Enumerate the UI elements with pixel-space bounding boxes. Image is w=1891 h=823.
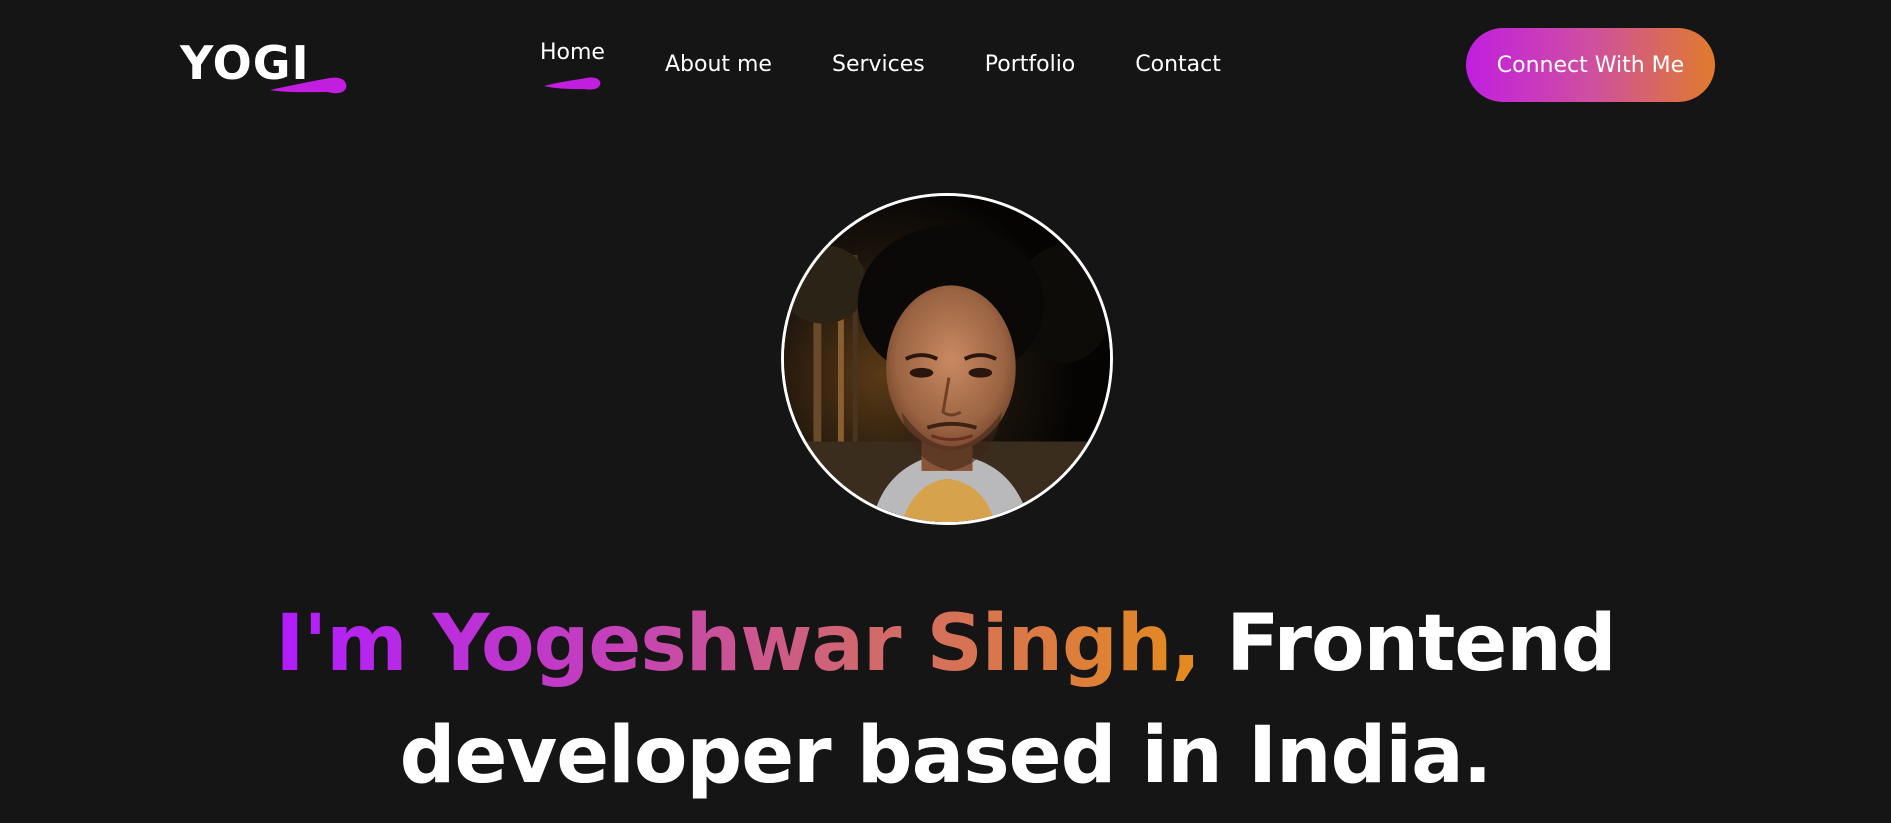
- nav-item-about-me[interactable]: About me: [665, 40, 772, 76]
- logo-swoosh-icon: [270, 77, 347, 94]
- profile-photo: [784, 196, 1110, 522]
- avatar: [781, 193, 1113, 525]
- page: YOGI Home About me Services Portfolio Co…: [0, 0, 1891, 823]
- nav-item-label: Portfolio: [984, 52, 1076, 77]
- nav-item-portfolio[interactable]: Portfolio: [985, 40, 1076, 76]
- active-indicator-icon: [544, 77, 601, 90]
- main-nav: Home About me Services Portfolio Contact: [540, 40, 1281, 90]
- nav-item-label: Contact: [1135, 52, 1221, 77]
- nav-item-services[interactable]: Services: [832, 40, 925, 76]
- headline-rest: Frontend: [1200, 599, 1616, 689]
- nav-item-label: About me: [664, 52, 772, 77]
- logo[interactable]: YOGI: [180, 36, 350, 96]
- connect-with-me-button[interactable]: Connect With Me: [1466, 28, 1715, 102]
- headline-line2: developer based in India.: [399, 711, 1493, 801]
- hero-headline: I'm Yogeshwar Singh, Frontend developer …: [0, 588, 1891, 812]
- nav-item-home[interactable]: Home: [540, 40, 605, 90]
- nav-item-label: Services: [831, 52, 925, 77]
- nav-item-contact[interactable]: Contact: [1135, 40, 1221, 76]
- nav-item-label: Home: [540, 40, 605, 65]
- headline-highlight: I'm Yogeshwar Singh,: [275, 599, 1201, 689]
